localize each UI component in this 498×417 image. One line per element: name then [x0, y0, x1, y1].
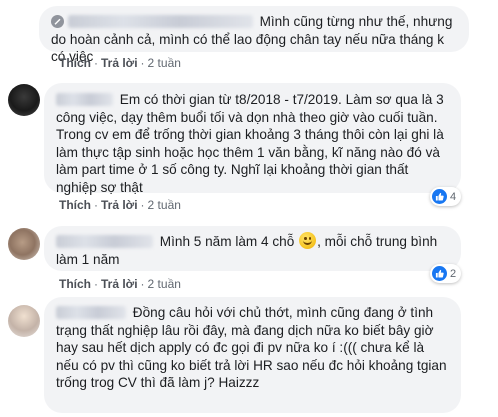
like-link[interactable]: Thích	[59, 277, 91, 291]
avatar[interactable]	[8, 84, 40, 116]
author-name-blurred[interactable]	[67, 15, 253, 28]
author-name-blurred[interactable]	[56, 235, 153, 248]
comment-actions: Thích · Trả lời · 2 tuần	[59, 56, 181, 70]
like-link[interactable]: Thích	[59, 198, 91, 212]
comment-actions: Thích · Trả lời · 2 tuần	[59, 198, 181, 212]
avatar[interactable]	[8, 305, 40, 337]
comment-bubble: Mình 5 năm làm 4 chỗ , mỗi chỗ trung bìn…	[44, 226, 461, 271]
comment-bubble: Em có thời gian từ t8/2018 - t7/2019. Là…	[44, 83, 461, 195]
timestamp[interactable]: 2 tuần	[148, 198, 181, 212]
author-name-blurred[interactable]	[56, 306, 126, 319]
reply-link[interactable]: Trả lời	[101, 56, 138, 70]
comment-bubble: Mình cũng từng như thế, nhưng do hoàn cả…	[39, 6, 469, 64]
comment-bubble: Đồng câu hỏi với chủ thớt, mình cũng đan…	[44, 297, 461, 413]
timestamp[interactable]: 2 tuần	[148, 56, 181, 70]
comment-text-start: Mình 5 năm làm 4 chỗ	[159, 234, 295, 249]
like-icon	[432, 189, 447, 204]
like-icon	[432, 266, 447, 281]
comment-text: Em có thời gian từ t8/2018 - t7/2019. Là…	[56, 92, 444, 195]
author-badge-icon	[51, 15, 64, 28]
author-name-blurred[interactable]	[56, 93, 113, 106]
like-link[interactable]: Thích	[59, 56, 91, 70]
reply-link[interactable]: Trả lời	[101, 198, 138, 212]
reaction-summary[interactable]: 2	[430, 264, 462, 283]
avatar[interactable]	[8, 228, 40, 260]
timestamp[interactable]: 2 tuần	[148, 277, 181, 291]
reaction-count: 2	[450, 267, 457, 280]
reaction-summary[interactable]: 4	[430, 187, 462, 206]
reply-link[interactable]: Trả lời	[101, 277, 138, 291]
comment-actions: Thích · Trả lời · 2 tuần	[59, 277, 181, 291]
reaction-count: 4	[450, 190, 457, 203]
smiling-face-emoji	[299, 232, 317, 249]
